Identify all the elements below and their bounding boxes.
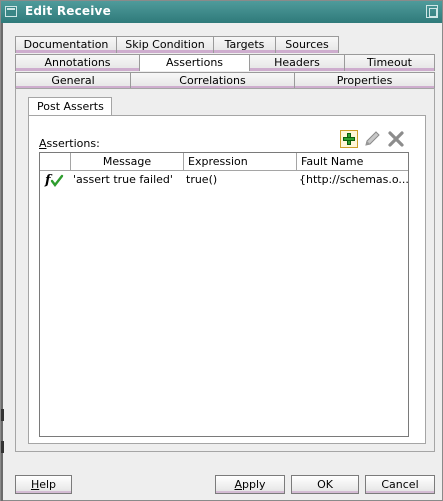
x-icon — [388, 131, 404, 147]
function-check-icon: f — [44, 171, 64, 188]
window-title: Edit Receive — [25, 4, 111, 18]
tab-correlations[interactable]: Correlations — [130, 72, 295, 89]
ok-button[interactable]: OK — [291, 475, 359, 494]
column-header-icon[interactable] — [40, 153, 71, 171]
table-header: Message Expression Fault Name — [40, 153, 408, 171]
window-left-border — [1, 23, 3, 501]
plus-icon-bar — [343, 137, 355, 141]
table-row[interactable]: f 'assert true failed' true() {http://sc… — [40, 171, 408, 189]
assertions-label: Assertions: — [39, 137, 100, 150]
tab-timeout[interactable]: Timeout — [344, 54, 435, 71]
column-header-message[interactable]: Message — [71, 153, 184, 171]
tab-headers[interactable]: Headers — [249, 54, 345, 71]
delete-assertion-button[interactable] — [387, 130, 405, 148]
resize-handle[interactable] — [1, 441, 4, 453]
assertions-label-text: ssertions: — [46, 137, 100, 150]
help-label: elp — [39, 478, 57, 491]
column-header-fault-name[interactable]: Fault Name — [297, 153, 408, 171]
tab-sources[interactable]: Sources — [275, 36, 339, 53]
tab-general[interactable]: General — [15, 72, 131, 89]
assertions-label-mnemonic: A — [39, 137, 47, 150]
edit-assertion-button[interactable] — [363, 130, 381, 148]
edit-receive-dialog: Edit Receive Documentation Skip Conditio… — [0, 0, 443, 501]
subtab-post-asserts[interactable]: Post Asserts — [28, 97, 112, 116]
tab-assertions[interactable]: Assertions — [139, 54, 250, 71]
column-header-expression[interactable]: Expression — [184, 153, 297, 171]
tab-targets[interactable]: Targets — [213, 36, 276, 53]
apply-label: pply — [242, 478, 266, 491]
tab-skip-condition[interactable]: Skip Condition — [116, 36, 214, 53]
tab-properties[interactable]: Properties — [294, 72, 435, 89]
maximize-icon[interactable] — [426, 5, 438, 18]
pencil-icon — [365, 131, 380, 146]
apply-button[interactable]: Apply — [215, 475, 285, 494]
resize-handle[interactable] — [1, 409, 4, 421]
window-menu-icon[interactable] — [5, 6, 17, 17]
add-assertion-button[interactable] — [340, 130, 358, 148]
tab-annotations[interactable]: Annotations — [15, 54, 140, 71]
assertions-table[interactable]: Message Expression Fault Name f 'assert … — [39, 152, 409, 437]
help-mnemonic: H — [30, 478, 40, 491]
cell-fault-name: {http://schemas.o... — [299, 173, 408, 186]
cancel-button[interactable]: Cancel — [365, 475, 435, 494]
cell-expression: true() — [186, 173, 218, 186]
help-button[interactable]: Help — [15, 475, 72, 494]
apply-mnemonic: A — [234, 478, 242, 491]
cell-message: 'assert true failed' — [73, 173, 173, 186]
title-bar[interactable]: Edit Receive — [1, 1, 442, 23]
tab-documentation[interactable]: Documentation — [15, 36, 117, 53]
